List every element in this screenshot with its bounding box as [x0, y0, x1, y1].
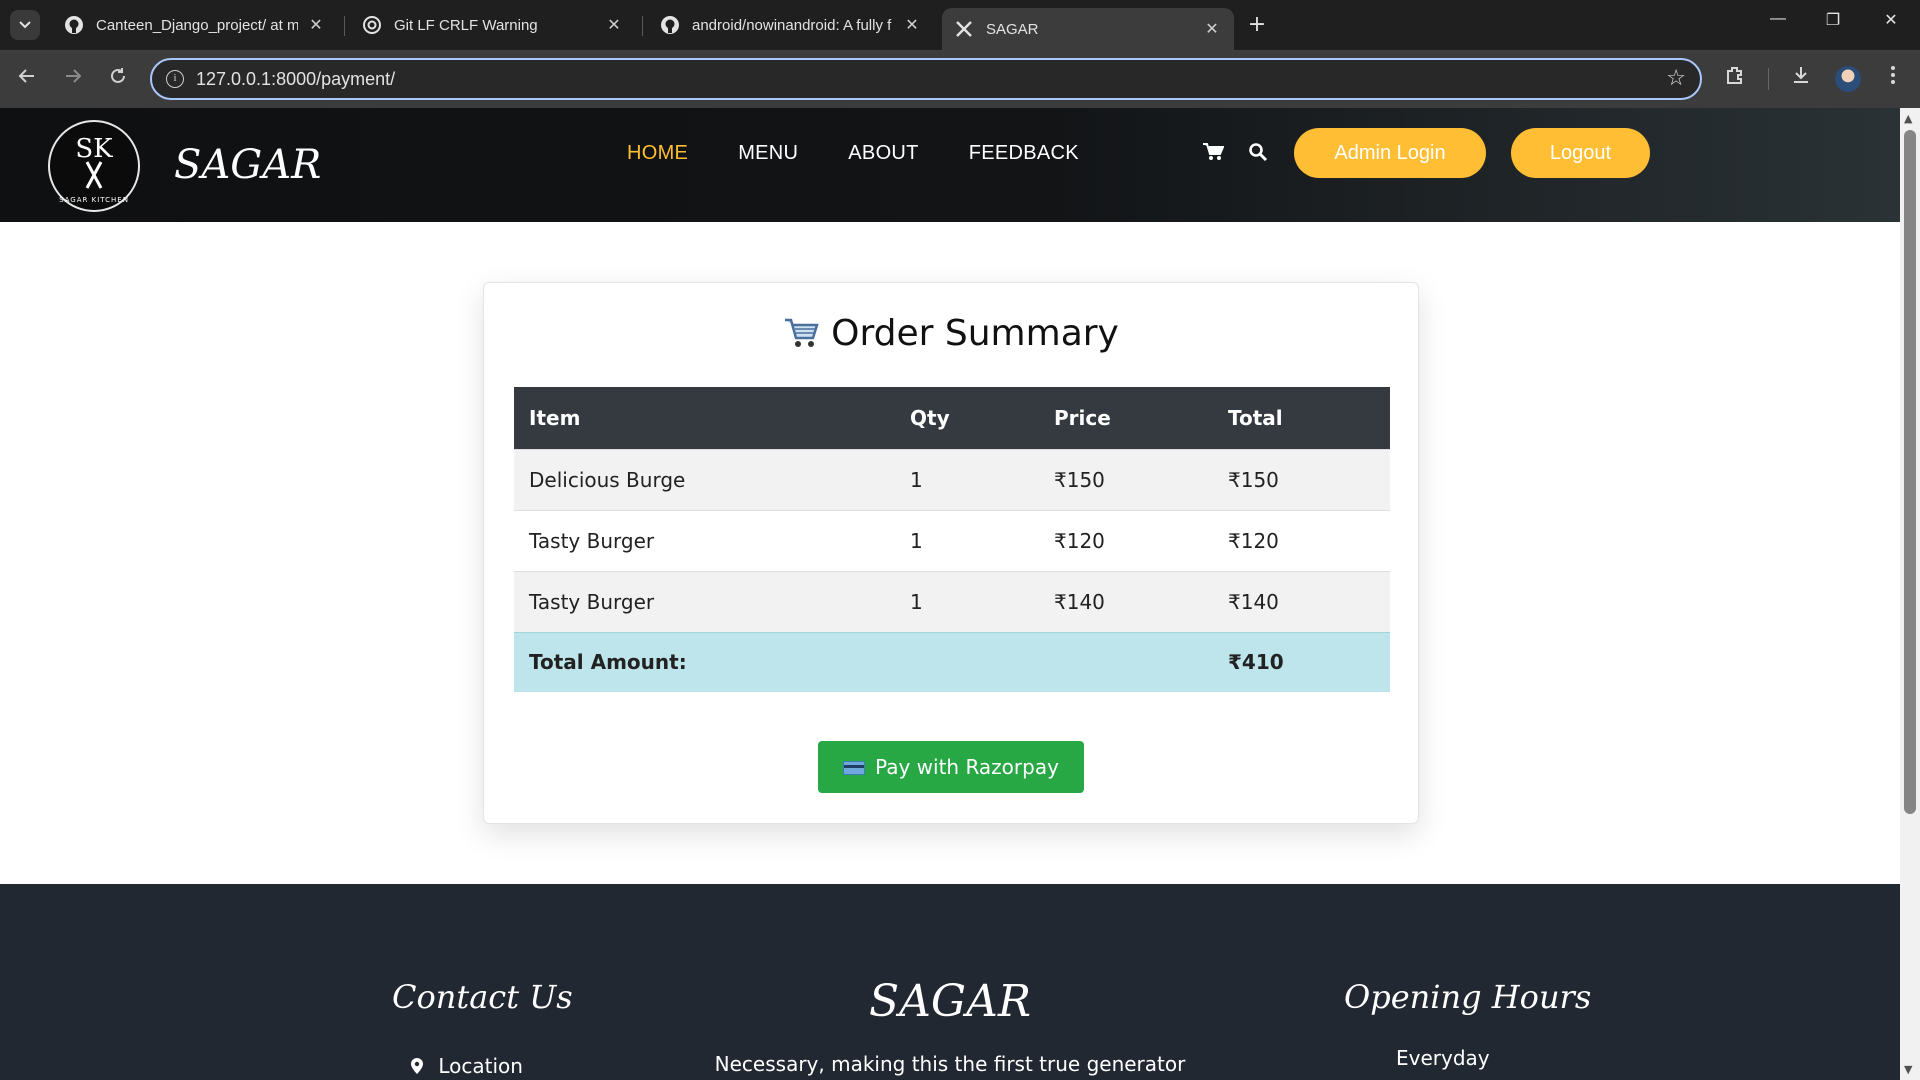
- row-item: Delicious Burge: [514, 448, 895, 510]
- nav-about[interactable]: ABOUT: [848, 142, 918, 165]
- nav-home[interactable]: HOME: [627, 142, 688, 165]
- cutlery-icon: [50, 160, 138, 197]
- row-qty: 1: [895, 448, 1039, 510]
- close-icon[interactable]: ✕: [604, 15, 624, 35]
- close-icon[interactable]: ✕: [902, 15, 922, 35]
- row-total: ₹150: [1213, 448, 1390, 510]
- footer-hours-title: Opening Hours: [1344, 978, 1592, 1016]
- column-header-item: Item: [514, 387, 895, 449]
- reload-button[interactable]: [103, 64, 133, 94]
- table-row: Tasty Burger 1 ₹120 ₹120: [514, 509, 1390, 571]
- tab-title: android/nowinandroid: A fully f: [692, 16, 892, 34]
- pay-with-razorpay-button[interactable]: Pay with Razorpay: [818, 741, 1084, 793]
- order-summary-title: Order Summary: [831, 313, 1119, 354]
- footer-tagline: Necessary, making this the first true ge…: [714, 1052, 1186, 1076]
- new-tab-button[interactable]: +: [1243, 12, 1271, 37]
- logo-ring-text: SAGAR KITCHEN: [59, 196, 129, 204]
- total-amount-value: ₹410: [1213, 631, 1390, 692]
- footer-hours-text: Everyday: [1396, 1046, 1490, 1070]
- order-summary-heading: Order Summary: [484, 313, 1418, 354]
- site-logo[interactable]: SK SAGAR KITCHEN: [48, 120, 140, 212]
- column-header-total: Total: [1213, 387, 1390, 449]
- site-footer: Contact Us Location SAGAR Necessary, mak…: [0, 884, 1900, 1080]
- browser-tab-strip: Canteen_Django_project/ at ma ✕ Git LF C…: [0, 0, 1920, 50]
- row-price: ₹140: [1039, 570, 1213, 632]
- bookmark-star-icon[interactable]: ☆: [1666, 66, 1686, 91]
- github-icon: [660, 15, 680, 35]
- logout-button[interactable]: Logout: [1511, 128, 1650, 178]
- tab-separator: [642, 16, 643, 36]
- footer-brand: SAGAR: [869, 976, 1031, 1027]
- reload-icon: [111, 68, 125, 83]
- arrow-left-icon: [18, 69, 34, 83]
- address-url[interactable]: 127.0.0.1:8000/payment/: [196, 69, 395, 90]
- pay-button-label: Pay with Razorpay: [875, 755, 1059, 779]
- close-icon[interactable]: ✕: [306, 15, 326, 35]
- arrow-right-icon: [66, 69, 82, 83]
- column-header-qty: Qty: [895, 387, 1039, 449]
- page-scrollbar[interactable]: ▲ ▼: [1900, 108, 1920, 1080]
- table-header-row: Item Qty Price Total: [514, 387, 1390, 449]
- back-button[interactable]: [12, 64, 42, 94]
- brand-name[interactable]: SAGAR: [174, 142, 321, 188]
- total-row: Total Amount: ₹410: [514, 631, 1390, 692]
- close-window-button[interactable]: ✕: [1871, 10, 1911, 30]
- admin-login-button[interactable]: Admin Login: [1294, 128, 1486, 178]
- site-info-icon[interactable]: i: [166, 70, 184, 88]
- profile-avatar[interactable]: [1835, 66, 1861, 92]
- total-amount-label: Total Amount:: [514, 631, 1213, 692]
- row-item: Tasty Burger: [514, 570, 895, 632]
- cart-icon[interactable]: [1202, 142, 1225, 168]
- browser-toolbar: i 127.0.0.1:8000/payment/ ☆: [0, 50, 1920, 108]
- openai-icon: [362, 15, 382, 35]
- row-total: ₹140: [1213, 570, 1390, 632]
- browser-tab-3[interactable]: android/nowinandroid: A fully f ✕: [648, 8, 934, 42]
- scrollbar-thumb[interactable]: [1904, 130, 1916, 814]
- row-item: Tasty Burger: [514, 509, 895, 571]
- forward-button[interactable]: [58, 64, 88, 94]
- browser-tab-2[interactable]: Git LF CRLF Warning ✕: [350, 8, 636, 42]
- tab-separator: [344, 16, 345, 36]
- github-icon: [64, 15, 84, 35]
- row-qty: 1: [895, 509, 1039, 571]
- minimize-button[interactable]: —: [1758, 10, 1798, 28]
- tab-title: Git LF CRLF Warning: [394, 16, 538, 34]
- table-row: Delicious Burge 1 ₹150 ₹150: [514, 448, 1390, 510]
- tab-title: Canteen_Django_project/ at ma: [96, 16, 298, 34]
- chevron-down-icon: [19, 21, 31, 29]
- row-total: ₹120: [1213, 509, 1390, 571]
- row-price: ₹120: [1039, 509, 1213, 571]
- scroll-down-icon[interactable]: ▼: [1904, 1063, 1912, 1076]
- credit-card-icon: [843, 761, 866, 775]
- site-header: SK SAGAR KITCHEN SAGAR HOME MENU ABOUT F…: [0, 108, 1900, 222]
- cutlery-icon: [954, 19, 974, 39]
- search-icon[interactable]: [1248, 142, 1268, 168]
- nav-menu[interactable]: MENU: [738, 142, 798, 165]
- close-icon[interactable]: ✕: [1202, 19, 1222, 39]
- more-menu-icon[interactable]: [1878, 64, 1908, 91]
- browser-tab-1[interactable]: Canteen_Django_project/ at ma ✕: [52, 8, 338, 42]
- toolbar-divider: [1768, 68, 1769, 90]
- tab-search-button[interactable]: [10, 10, 40, 40]
- order-summary-card: Order Summary Item Qty Price Total Delic…: [483, 282, 1419, 824]
- column-header-price: Price: [1039, 387, 1213, 449]
- shopping-cart-icon: [783, 317, 819, 347]
- tab-title: SAGAR: [986, 20, 1039, 38]
- download-icon[interactable]: [1786, 64, 1816, 91]
- row-qty: 1: [895, 570, 1039, 632]
- table-row: Tasty Burger 1 ₹140 ₹140: [514, 570, 1390, 632]
- address-bar[interactable]: i 127.0.0.1:8000/payment/ ☆: [150, 58, 1702, 100]
- restore-button[interactable]: ❐: [1813, 10, 1853, 30]
- scroll-up-icon[interactable]: ▲: [1904, 112, 1912, 125]
- order-table: Item Qty Price Total Delicious Burge 1 ₹…: [514, 387, 1390, 692]
- browser-tab-4-active[interactable]: SAGAR ✕: [942, 8, 1234, 50]
- extensions-icon[interactable]: [1720, 64, 1750, 91]
- main-nav: HOME MENU ABOUT FEEDBACK: [627, 142, 1129, 165]
- nav-feedback[interactable]: FEEDBACK: [969, 142, 1079, 165]
- row-price: ₹150: [1039, 448, 1213, 510]
